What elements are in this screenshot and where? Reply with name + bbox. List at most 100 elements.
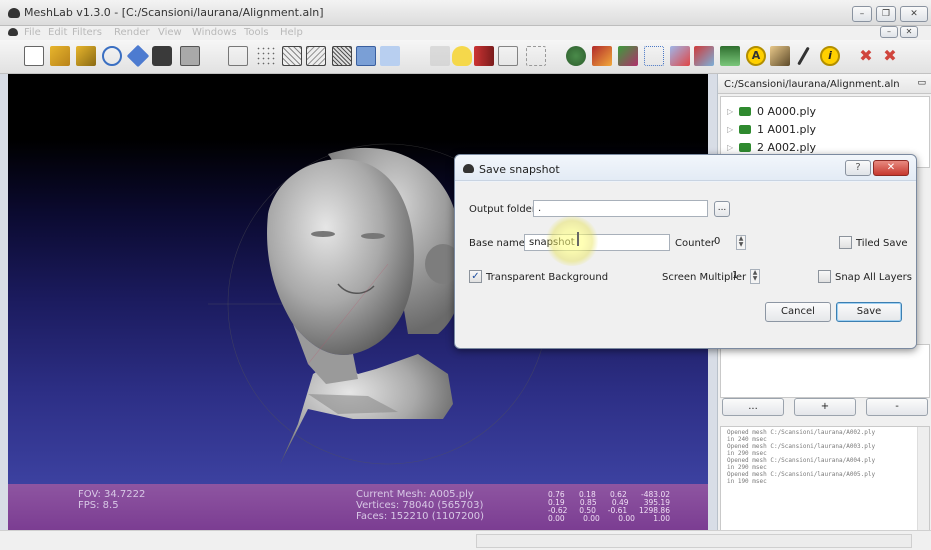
text-cursor-icon: [577, 232, 579, 246]
mdi-restore-icon[interactable]: –: [880, 26, 898, 38]
expand-arrow-icon[interactable]: ▷: [727, 143, 739, 152]
help-button[interactable]: ?: [845, 160, 871, 176]
menu-render[interactable]: Render: [114, 27, 150, 38]
remove-button[interactable]: -: [866, 398, 928, 416]
log-line: in 290 msec: [727, 450, 767, 457]
tiled-save-checkbox[interactable]: [839, 236, 852, 249]
menu-bar: File Edit Filters Render View Windows To…: [0, 26, 931, 40]
align-icon[interactable]: [720, 46, 740, 66]
dialog-title: Save snapshot: [479, 163, 560, 176]
snapshot-icon[interactable]: [152, 46, 172, 66]
pencil-icon[interactable]: [797, 46, 810, 66]
visibility-eye-icon[interactable]: [739, 124, 751, 134]
more-button[interactable]: ...: [722, 398, 784, 416]
smooth-shading-icon[interactable]: [380, 46, 400, 66]
layers-icon[interactable]: [180, 46, 200, 66]
brush-icon[interactable]: [770, 46, 790, 66]
backface-icon[interactable]: [498, 46, 518, 66]
menu-tools[interactable]: Tools: [244, 27, 269, 38]
dialog-title-bar: Save snapshot ? ✕: [455, 155, 916, 181]
new-project-icon[interactable]: [24, 46, 44, 66]
log-line: in 190 msec: [727, 478, 767, 485]
flat-lines-icon[interactable]: [332, 46, 352, 66]
screen-multiplier-spinner[interactable]: ▲ ▼: [750, 269, 760, 284]
mdi-close-icon[interactable]: ✕: [900, 26, 918, 38]
maximize-button[interactable]: ❐: [876, 6, 896, 22]
base-name-label: Base name: [469, 238, 525, 249]
select-faces-icon[interactable]: [644, 46, 664, 66]
log-line: in 240 msec: [727, 436, 767, 443]
info-icon[interactable]: i: [820, 46, 840, 66]
flat-shading-icon[interactable]: [356, 46, 376, 66]
log-line: Opened mesh C:/Scansioni/laurana/A003.pl…: [727, 443, 876, 450]
transparent-bg-checkbox[interactable]: ✓: [469, 270, 482, 283]
export-mesh-icon[interactable]: [126, 44, 150, 68]
reload-icon[interactable]: [102, 46, 122, 66]
expand-arrow-icon[interactable]: ▷: [727, 125, 739, 134]
measure-icon[interactable]: [618, 46, 638, 66]
panel-float-icon[interactable]: ▭: [917, 78, 926, 88]
matrix-cell: 0.00: [548, 514, 565, 523]
counter-label: Counter: [675, 238, 715, 249]
fps-label: FPS: 8.5: [78, 500, 119, 511]
base-name-input[interactable]: snapshot: [524, 234, 670, 251]
points-icon[interactable]: [256, 46, 276, 66]
minimize-button[interactable]: –: [852, 6, 872, 22]
counter-spinner[interactable]: ▲ ▼: [736, 235, 746, 250]
menu-filters[interactable]: Filters: [72, 27, 102, 38]
expand-arrow-icon[interactable]: ▷: [727, 107, 739, 116]
visibility-eye-icon[interactable]: [739, 106, 751, 116]
import-mesh-icon[interactable]: [76, 46, 96, 66]
layer-item[interactable]: ▷ 2 A002.ply: [727, 139, 927, 155]
layer-item[interactable]: ▷ 1 A001.ply: [727, 121, 927, 137]
layer-panel-header: C:/Scansioni/laurana/Alignment.aln ▭: [718, 74, 931, 94]
screen-multiplier-input[interactable]: 1: [728, 268, 746, 285]
output-folder-input[interactable]: .: [533, 200, 708, 217]
menu-edit[interactable]: Edit: [48, 27, 67, 38]
fill-icon[interactable]: [694, 46, 714, 66]
select-icon[interactable]: [526, 46, 546, 66]
toolbar: A i ✖ ✖: [0, 40, 931, 74]
log-window[interactable]: Opened mesh C:/Scansioni/laurana/A002.pl…: [720, 426, 930, 534]
delete-all-icon[interactable]: ✖: [880, 46, 900, 66]
delete-icon[interactable]: ✖: [856, 46, 876, 66]
visibility-eye-icon[interactable]: [739, 142, 751, 152]
layer-label: 1 A001.ply: [757, 122, 817, 136]
faces-label: Faces: 152210 (1107200): [356, 511, 485, 522]
project-path: C:/Scansioni/laurana/Alignment.aln: [724, 79, 900, 90]
color-icon[interactable]: [566, 46, 586, 66]
save-button[interactable]: Save: [836, 302, 902, 322]
dialog-app-icon: [463, 164, 474, 173]
matrix-cell: 1.00: [653, 514, 670, 523]
menu-file[interactable]: File: [24, 27, 41, 38]
log-line: Opened mesh C:/Scansioni/laurana/A002.pl…: [727, 429, 876, 436]
select-vertices-icon[interactable]: [670, 46, 690, 66]
paint-icon[interactable]: [592, 46, 612, 66]
layer-item[interactable]: ▷ 0 A000.ply: [727, 103, 927, 119]
close-window-button[interactable]: ✕: [900, 6, 928, 22]
meshlab-app-icon: [8, 8, 20, 18]
texture-icon[interactable]: [430, 46, 450, 66]
hidden-lines-icon[interactable]: [306, 46, 326, 66]
vertices-label: Vertices: 78040 (565703): [356, 500, 484, 511]
menu-windows[interactable]: Windows: [192, 27, 237, 38]
layer-details-area: [720, 344, 930, 398]
progress-area: [476, 534, 912, 548]
menu-view[interactable]: View: [158, 27, 182, 38]
bounding-box-icon[interactable]: [228, 46, 248, 66]
light-icon[interactable]: [452, 46, 472, 66]
wireframe-icon[interactable]: [282, 46, 302, 66]
add-button[interactable]: +: [794, 398, 856, 416]
dialog-close-button[interactable]: ✕: [873, 160, 909, 176]
snap-all-layers-checkbox[interactable]: [818, 270, 831, 283]
annotation-icon[interactable]: A: [746, 46, 766, 66]
double-side-icon[interactable]: [474, 46, 494, 66]
counter-input[interactable]: 0: [710, 234, 734, 251]
log-scrollbar[interactable]: [917, 427, 929, 533]
menu-help[interactable]: Help: [280, 27, 303, 38]
log-line: Opened mesh C:/Scansioni/laurana/A004.pl…: [727, 457, 876, 464]
open-project-icon[interactable]: [50, 46, 70, 66]
browse-button[interactable]: ...: [714, 201, 730, 217]
cancel-button[interactable]: Cancel: [765, 302, 831, 322]
window-title: MeshLab v1.3.0 - [C:/Scansioni/laurana/A…: [24, 6, 324, 19]
